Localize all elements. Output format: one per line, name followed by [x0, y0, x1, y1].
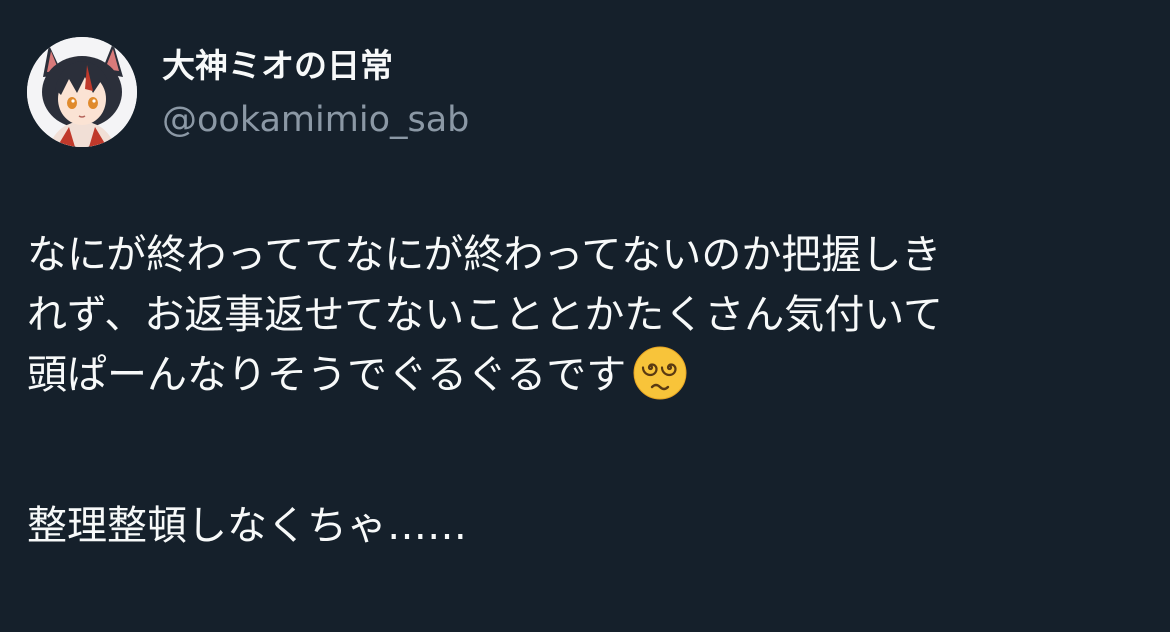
tweet-text: なにが終わっててなにが終わってないのか把握しき れず、お返事返せてないこととかた… [27, 225, 1147, 556]
tweet-card: 大神ミオの日常 @ookamimio_sab なにが終わっててなにが終わってない… [0, 0, 1170, 632]
tweet-text-line: 整理整頓しなくちゃ…… [27, 503, 467, 549]
dizzy-face-icon [632, 345, 688, 401]
tweet-text-line: なにが終わっててなにが終わってないのか把握しき [27, 232, 942, 278]
author-display-name[interactable]: 大神ミオの日常 [162, 44, 393, 88]
tweet-text-line-with-emoji: 頭ぱーんなりそうでぐるぐるです [27, 345, 1147, 405]
tweet-text-line: れず、お返事返せてないこととかたくさん気付いて [27, 292, 943, 338]
author-avatar[interactable] [27, 37, 137, 147]
tweet-text-segment: 頭ぱーんなりそうでぐるぐるです [27, 352, 627, 398]
avatar-image [27, 37, 137, 147]
author-handle[interactable]: @ookamimio_sab [162, 98, 469, 142]
